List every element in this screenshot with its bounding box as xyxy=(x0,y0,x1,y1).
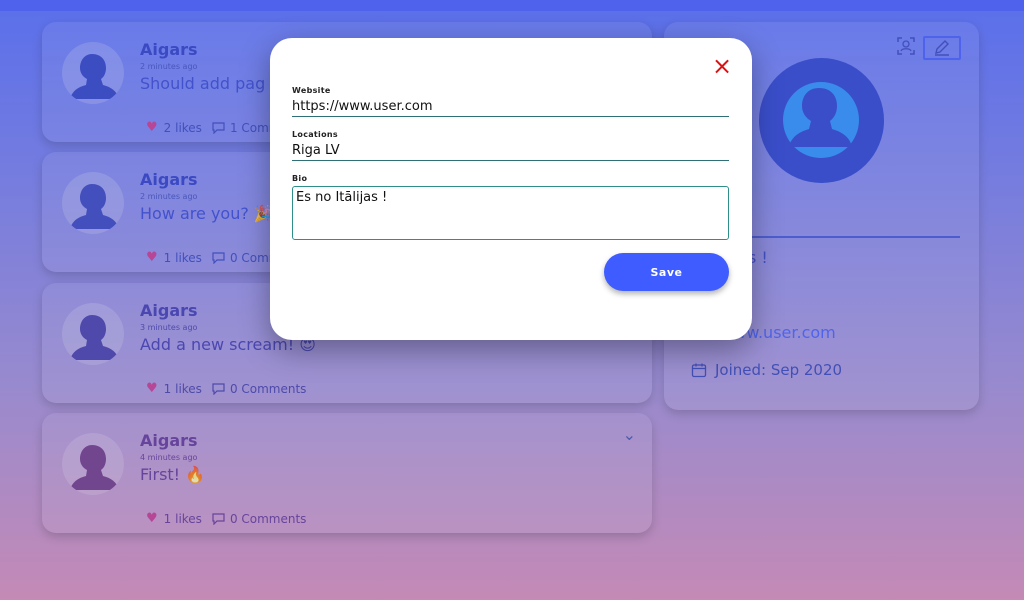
save-button[interactable]: Save xyxy=(604,253,729,291)
website-label: Website xyxy=(292,86,331,95)
close-icon[interactable]: × xyxy=(710,54,734,78)
website-input[interactable] xyxy=(292,97,729,117)
location-input[interactable] xyxy=(292,141,729,161)
bio-textarea[interactable]: Es no Itālijas ! xyxy=(292,186,729,240)
edit-profile-dialog: × Website Locations Bio Es no Itālijas !… xyxy=(270,38,752,340)
location-label: Locations xyxy=(292,130,338,139)
bio-label: Bio xyxy=(292,174,308,183)
